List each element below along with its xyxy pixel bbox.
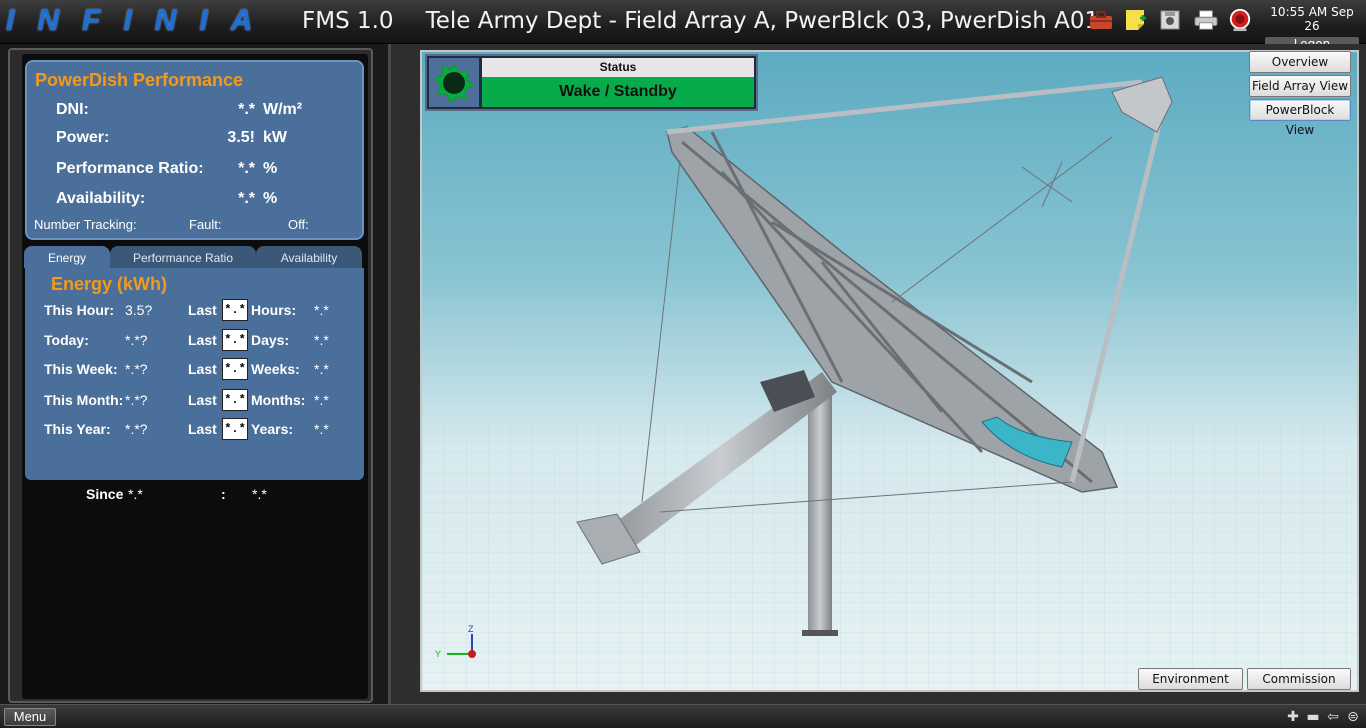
- performance-ratio-value: *.*: [238, 160, 255, 177]
- left-panel: PowerDish Performance DNI: *.* W/m² Powe…: [22, 54, 368, 699]
- row-label: This Month:: [44, 392, 124, 408]
- tab-bar: Energy Performance Ratio Availability: [22, 246, 364, 268]
- z-axis-label: Z: [468, 624, 474, 634]
- zoom-out-icon[interactable]: ▬: [1306, 709, 1320, 725]
- energy-row-day: Today: *.*? Last *.* Days: *.*: [25, 329, 364, 351]
- row-period-value: *.*: [314, 332, 329, 348]
- bottom-icons: ✚ ▬ ⇦ ⊜: [1286, 709, 1360, 725]
- availability-label: Availability:: [56, 190, 146, 207]
- row-label: Today:: [44, 332, 89, 348]
- y-axis-label: Y: [435, 649, 441, 659]
- menu-button[interactable]: Menu: [4, 708, 56, 726]
- row-period-value: *.*: [314, 421, 329, 437]
- tab-energy[interactable]: Energy: [24, 246, 110, 268]
- status-value: Wake / Standby: [482, 77, 754, 107]
- since-total: *.*: [252, 486, 267, 502]
- printer-icon[interactable]: [1194, 8, 1218, 32]
- fault-label: Fault:: [189, 217, 222, 232]
- powerdish-model: Z Y: [422, 76, 1357, 690]
- clock: 10:55 AM Sep 26 Logon: [1262, 3, 1362, 52]
- dish-3d-viewport[interactable]: Z Y: [420, 50, 1359, 692]
- energy-panel: Energy (kWh) This Hour: 3.5? Last *.* Ho…: [25, 268, 364, 502]
- since-colon: :: [221, 486, 226, 502]
- row-last-label: Last: [188, 302, 217, 318]
- weeks-count-input[interactable]: *.*: [222, 358, 248, 380]
- row-period-label: Weeks:: [251, 361, 300, 377]
- zoom-in-icon[interactable]: ✚: [1286, 709, 1300, 725]
- clock-time: 10:55 AM Sep 26: [1270, 5, 1354, 33]
- since-label: Since: [86, 486, 124, 502]
- row-label: This Hour:: [44, 302, 114, 318]
- row-last-label: Last: [188, 392, 217, 408]
- row-value: *.*?: [125, 332, 148, 348]
- title-bar: INFINIA FMS 1.0 Tele Army Dept - Field Ar…: [0, 0, 1366, 52]
- days-count-input[interactable]: *.*: [222, 329, 248, 351]
- energy-row-hour: This Hour: 3.5? Last *.* Hours: *.*: [25, 299, 364, 321]
- row-period-value: *.*: [314, 361, 329, 377]
- app-title: FMS 1.0 Tele Army Dept - Field Array A, P…: [302, 8, 1099, 34]
- dni-label: DNI:: [56, 101, 89, 118]
- left-panel-frame: PowerDish Performance DNI: *.* W/m² Powe…: [8, 48, 373, 703]
- back-icon[interactable]: ⇦: [1326, 709, 1340, 725]
- power-unit: kW: [263, 129, 287, 146]
- alarm-icon[interactable]: [1228, 8, 1252, 32]
- row-label: This Year:: [44, 421, 111, 437]
- location-title: Tele Army Dept - Field Array A, PwerBlck…: [425, 8, 1100, 34]
- tab-performance-ratio[interactable]: Performance Ratio: [110, 246, 256, 268]
- sticky-note-icon[interactable]: [1124, 8, 1148, 32]
- ground-grid: [422, 382, 1357, 690]
- availability-value: *.*: [238, 190, 255, 207]
- performance-panel: PowerDish Performance DNI: *.* W/m² Powe…: [25, 60, 364, 240]
- row-period-label: Years:: [251, 421, 294, 437]
- collapse-icon[interactable]: ⊜: [1346, 709, 1360, 725]
- performance-ratio-unit: %: [263, 160, 278, 177]
- row-last-label: Last: [188, 361, 217, 377]
- field-array-view-button[interactable]: Field Array View: [1249, 75, 1351, 97]
- row-value: 3.5?: [125, 302, 153, 318]
- energy-title: Energy (kWh): [51, 274, 168, 294]
- energy-row-year: This Year: *.*? Last *.* Years: *.*: [25, 418, 364, 440]
- energy-row-month: This Month: *.*? Last *.* Months: *.*: [25, 389, 364, 411]
- power-label: Power:: [56, 129, 110, 146]
- row-label: This Week:: [44, 361, 118, 377]
- row-period-label: Hours:: [251, 302, 297, 318]
- hours-count-input[interactable]: *.*: [222, 299, 248, 321]
- off-label: Off:: [288, 217, 309, 232]
- app-name: FMS 1.0: [302, 8, 394, 34]
- power-value: 3.5!: [227, 129, 255, 146]
- row-period-value: *.*: [314, 392, 329, 408]
- dni-value: *.*: [238, 101, 255, 118]
- row-last-label: Last: [188, 332, 217, 348]
- bottom-bar: Menu ✚ ▬ ⇦ ⊜: [0, 704, 1366, 728]
- months-count-input[interactable]: *.*: [222, 389, 248, 411]
- environment-button[interactable]: Environment: [1138, 668, 1243, 690]
- commission-button[interactable]: Commission: [1247, 668, 1351, 690]
- tab-availability[interactable]: Availability: [256, 246, 362, 268]
- performance-ratio-label: Performance Ratio:: [56, 160, 204, 177]
- performance-title: PowerDish Performance: [35, 70, 244, 90]
- since-value: *.*: [128, 486, 143, 502]
- row-value: *.*?: [125, 421, 148, 437]
- years-count-input[interactable]: *.*: [222, 418, 248, 440]
- status-panel: Status Wake / Standby: [425, 54, 758, 111]
- pedestal-pole: [808, 392, 832, 632]
- row-period-label: Days:: [251, 332, 290, 348]
- security-camera-icon[interactable]: [1159, 8, 1183, 32]
- row-period-label: Months:: [251, 392, 306, 408]
- row-value: *.*?: [125, 361, 148, 377]
- dni-unit: W/m²: [263, 101, 303, 118]
- powerblock-view-button[interactable]: PowerBlock View: [1249, 99, 1351, 137]
- pedestal-base: [802, 630, 838, 636]
- overview-button[interactable]: Overview: [1249, 51, 1351, 73]
- status-star-icon: [429, 58, 479, 107]
- row-value: *.*?: [125, 392, 148, 408]
- toolbox-icon[interactable]: [1089, 8, 1113, 32]
- status-header: Status: [482, 58, 754, 77]
- row-last-label: Last: [188, 421, 217, 437]
- energy-row-week: This Week: *.*? Last *.* Weeks: *.*: [25, 358, 364, 380]
- row-period-value: *.*: [314, 302, 329, 318]
- infinia-logo: INFINIA: [6, 4, 276, 37]
- availability-unit: %: [263, 190, 278, 207]
- number-tracking-label: Number Tracking:: [34, 217, 137, 232]
